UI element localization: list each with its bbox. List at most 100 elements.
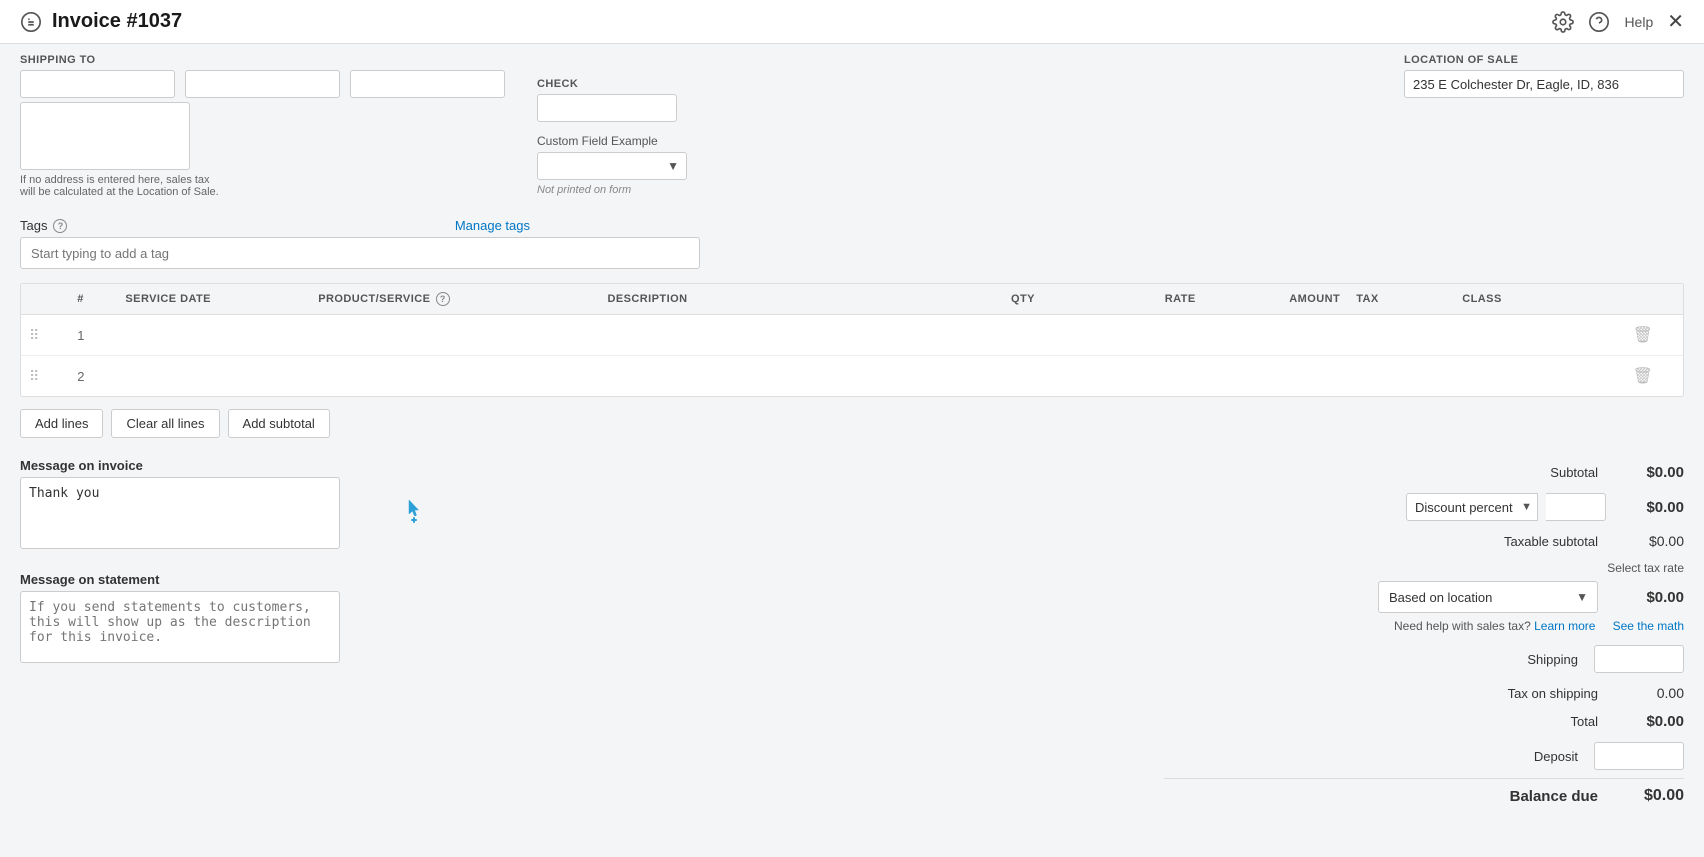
check-label: Check	[537, 78, 687, 90]
totals-panel: Subtotal $0.00 Discount percent Discount…	[1164, 458, 1684, 811]
deposit-input[interactable]	[1594, 742, 1684, 770]
taxable-subtotal-row: Taxable subtotal $0.00	[1164, 527, 1684, 555]
close-button[interactable]: ✕	[1667, 12, 1684, 32]
row-1-description[interactable]	[607, 321, 912, 349]
shipping-value-input[interactable]	[1594, 645, 1684, 673]
select-tax-label: Select tax rate	[1607, 561, 1684, 575]
message-on-invoice-block: Message on invoice Thank you	[20, 458, 360, 552]
discount-row: Discount percent Discount value ▼ $0.00	[1164, 487, 1684, 527]
shipping-to-block: Shipping to If no address is entered her…	[20, 54, 505, 198]
add-lines-button[interactable]: Add lines	[20, 409, 103, 438]
row-2-rate[interactable]	[1116, 362, 1196, 390]
col-header-tax: TAX	[1348, 284, 1454, 315]
location-input[interactable]	[1404, 70, 1684, 98]
shipping-row: Shipping	[1164, 639, 1684, 679]
col-header-rate: RATE	[1043, 284, 1204, 315]
total-row: Total $0.00	[1164, 707, 1684, 736]
discount-value-input[interactable]	[1546, 493, 1606, 521]
tax-on-shipping-row: Tax on shipping 0.00	[1164, 679, 1684, 707]
tags-info-icon: ?	[53, 219, 67, 233]
tax-section: Select tax rate Based on location ▼ $0.0…	[1164, 555, 1684, 639]
custom-field-select[interactable]	[537, 152, 687, 180]
shipping-textarea[interactable]	[20, 102, 190, 170]
balance-due-value: $0.00	[1614, 787, 1684, 805]
message-on-statement-textarea[interactable]	[20, 591, 340, 663]
taxable-subtotal-value: $0.00	[1614, 533, 1684, 549]
shipping-input-3[interactable]	[350, 70, 505, 98]
row-1-product[interactable]	[318, 321, 591, 349]
row-2-description[interactable]	[607, 362, 912, 390]
col-header-delete	[1625, 284, 1683, 315]
table-row: ⠿ 2 🗑	[21, 356, 1683, 397]
page-title: Invoice #1037	[52, 10, 182, 33]
table-row: ⠿ 1 🗑	[21, 315, 1683, 356]
shipping-input-2[interactable]	[185, 70, 340, 98]
tag-input[interactable]	[20, 237, 700, 269]
header-right: Help ✕	[1552, 11, 1684, 33]
col-header-product: PRODUCT/SERVICE ?	[310, 284, 599, 315]
check-block: Check	[537, 78, 687, 122]
row-1-amount[interactable]	[1270, 321, 1340, 349]
clear-all-lines-button[interactable]: Clear all lines	[111, 409, 219, 438]
shipping-input-1[interactable]	[20, 70, 175, 98]
sales-tax-help: Need help with sales tax? Learn more	[1394, 619, 1595, 633]
deposit-label: Deposit	[1398, 749, 1578, 764]
row-1-tax[interactable]	[1356, 321, 1406, 349]
drag-handle-2[interactable]: ⠿	[29, 368, 39, 384]
table-header-row: # SERVICE DATE PRODUCT/SERVICE ? DESCRIP…	[21, 284, 1683, 315]
total-label: Total	[1418, 714, 1598, 729]
location-label: Location of sale	[1404, 54, 1684, 66]
row-1-class[interactable]	[1462, 321, 1552, 349]
message-on-statement-label: Message on statement	[20, 572, 360, 587]
tags-label: Tags ?	[20, 218, 67, 233]
row-1-qty[interactable]	[975, 321, 1035, 349]
subtotal-row: Subtotal $0.00	[1164, 458, 1684, 487]
col-header-service-date: SERVICE DATE	[117, 284, 310, 315]
message-on-statement-block: Message on statement	[20, 572, 360, 666]
see-math-link[interactable]: See the math	[1613, 619, 1684, 633]
discount-amount: $0.00	[1614, 499, 1684, 516]
row-2-tax[interactable]	[1356, 362, 1406, 390]
delete-row-1-icon[interactable]: 🗑	[1633, 327, 1653, 344]
tags-row: Tags ? Manage tags	[20, 218, 730, 233]
gear-icon[interactable]	[1552, 11, 1574, 33]
messages-block: Message on invoice Thank you Message on …	[20, 458, 360, 666]
row-2-date[interactable]	[125, 362, 302, 390]
tax-amount: $0.00	[1614, 589, 1684, 606]
row-1-date[interactable]	[125, 321, 302, 349]
deposit-row: Deposit	[1164, 736, 1684, 776]
location-block: Location of sale	[1404, 54, 1684, 98]
discount-select-wrapper: Discount percent Discount value ▼	[1406, 493, 1538, 521]
message-on-invoice-textarea[interactable]: Thank you	[20, 477, 340, 549]
add-subtotal-button[interactable]: Add subtotal	[228, 409, 330, 438]
learn-more-link[interactable]: Learn more	[1534, 619, 1595, 633]
totals-divider	[1164, 778, 1684, 779]
check-input[interactable]	[537, 94, 677, 122]
col-header-drag	[21, 284, 69, 315]
subtotal-label: Subtotal	[1418, 465, 1598, 480]
delete-row-2-icon[interactable]: 🗑	[1633, 368, 1653, 385]
row-num-1: 1	[77, 328, 84, 343]
shipping-label: Shipping	[1398, 652, 1578, 667]
row-num-2: 2	[77, 369, 84, 384]
manage-tags-link[interactable]: Manage tags	[455, 218, 530, 233]
help-label: Help	[1624, 14, 1653, 30]
row-2-product[interactable]	[318, 362, 591, 390]
row-2-qty[interactable]	[975, 362, 1035, 390]
balance-due-row: Balance due $0.00	[1164, 781, 1684, 811]
tax-location-select[interactable]: Based on location	[1378, 581, 1598, 613]
custom-field-label: Custom Field Example	[537, 134, 687, 148]
help-circle-icon[interactable]	[1588, 11, 1610, 33]
row-2-amount[interactable]	[1270, 362, 1340, 390]
discount-type-select[interactable]: Discount percent Discount value	[1406, 493, 1538, 521]
row-2-class[interactable]	[1462, 362, 1552, 390]
app-header: Invoice #1037 Help ✕	[0, 0, 1704, 44]
row-1-rate[interactable]	[1116, 321, 1196, 349]
col-header-qty: QTY	[921, 284, 1043, 315]
drag-handle-1[interactable]: ⠿	[29, 327, 39, 343]
table-body: ⠿ 1 🗑 ⠿ 2	[21, 315, 1683, 397]
tax-on-shipping-value: 0.00	[1614, 685, 1684, 701]
subtotal-value: $0.00	[1614, 464, 1684, 481]
drag-cursor-icon	[403, 498, 425, 526]
taxable-subtotal-label: Taxable subtotal	[1418, 534, 1598, 549]
